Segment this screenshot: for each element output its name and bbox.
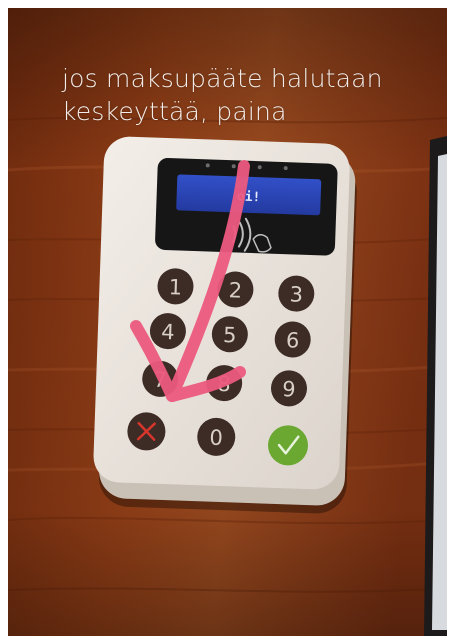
instruction-caption: jos maksupääte halutaan keskeyttää, pain… (62, 62, 422, 128)
svg-text:1: 1 (168, 275, 182, 299)
svg-text:4: 4 (161, 320, 175, 344)
svg-text:0: 0 (209, 426, 223, 450)
svg-text:2: 2 (228, 278, 242, 302)
caption-line-2: keskeyttää, paina (62, 97, 287, 126)
caption-line-1: jos maksupääte halutaan (62, 64, 383, 93)
svg-text:3: 3 (289, 282, 303, 306)
svg-text:5: 5 (223, 323, 237, 347)
svg-text:9: 9 (282, 377, 296, 401)
svg-text:6: 6 (286, 328, 300, 352)
